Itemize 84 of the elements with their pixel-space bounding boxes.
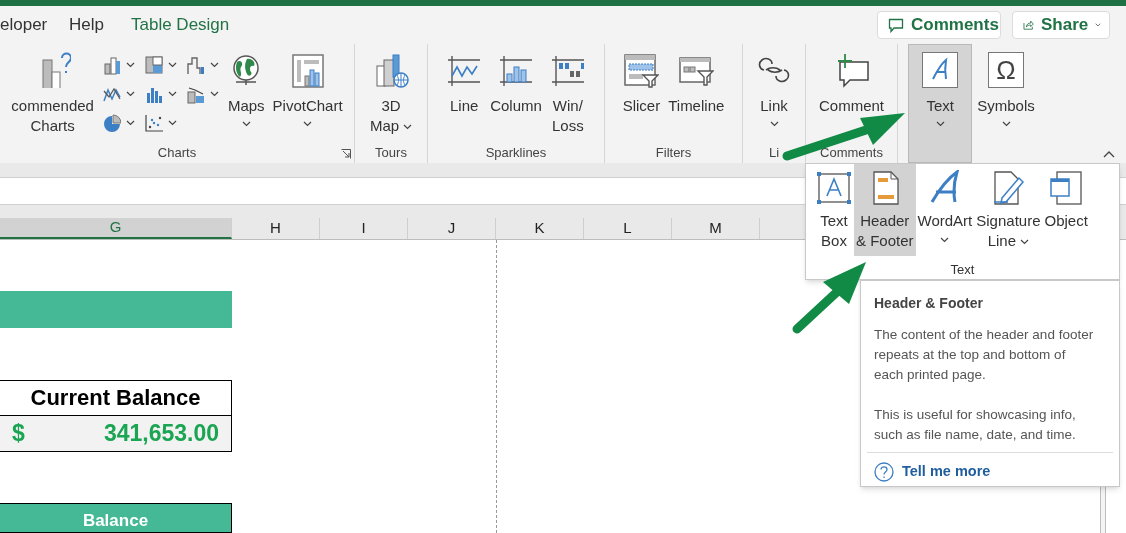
caret-icon <box>1020 239 1030 246</box>
caret-icon <box>935 121 945 127</box>
tooltip-title: Header & Footer <box>874 295 983 311</box>
currency-symbol: $ <box>12 419 25 449</box>
column-header[interactable]: M <box>672 218 760 239</box>
ribbon-button[interactable]: Timeline <box>665 48 728 144</box>
speech-bubble-icon <box>888 17 904 33</box>
ribbon-button[interactable]: Maps <box>224 48 268 144</box>
column-header[interactable]: G <box>0 218 232 239</box>
tooltip-text: This is useful for showcasing info, such as file name, date, and time. <box>874 406 1077 444</box>
balance-amount: 341,653.00 <box>103 419 219 449</box>
text-box-icon <box>816 170 852 206</box>
ribbon-button[interactable]: Comment <box>816 48 887 144</box>
scatter-chart-icon <box>144 113 163 133</box>
column-heading: Current Balance <box>30 384 201 413</box>
pivot-chart-icon <box>289 52 326 88</box>
ribbon-button[interactable]: commended Charts <box>8 48 97 144</box>
caret-icon <box>167 62 177 68</box>
slicer-icon <box>623 52 660 88</box>
share-button[interactable]: Share <box>1012 11 1110 39</box>
tell-me-more-link[interactable]: Tell me more <box>874 461 1106 483</box>
ribbon-tab[interactable]: Table Design <box>131 15 230 35</box>
column-header[interactable]: K <box>496 218 584 239</box>
menu-item[interactable]: Header & Footer <box>854 164 916 256</box>
caret-icon <box>241 121 251 127</box>
caret-icon <box>125 91 135 97</box>
waterfall-chart-icon <box>186 55 205 75</box>
caret-icon <box>209 91 219 97</box>
ribbon-button[interactable]: 3D Map <box>366 48 416 144</box>
menu-item[interactable]: Object <box>1042 164 1090 256</box>
caret-icon <box>125 120 135 126</box>
caret-icon <box>167 120 177 126</box>
ribbon-button[interactable]: Link <box>753 48 795 144</box>
comments-button[interactable]: Comments <box>877 11 1001 39</box>
help-icon <box>874 461 894 482</box>
menu-item[interactable]: Text Box <box>814 164 854 256</box>
ribbon-button[interactable]: Text <box>908 44 973 163</box>
column-header[interactable]: H <box>232 218 320 239</box>
caret-icon <box>209 62 219 68</box>
window-icon <box>1048 170 1085 206</box>
buildings-globe-icon <box>373 52 409 88</box>
caret-icon <box>167 91 177 97</box>
chart-type-button[interactable] <box>144 112 177 134</box>
chart-type-button[interactable] <box>144 54 177 76</box>
tooltip-text: The content of the header and footer repeats at the top and bottom of each printed page. <box>874 326 1095 384</box>
caret-icon <box>1095 22 1101 28</box>
group-label: Text <box>950 262 975 278</box>
ribbon-button[interactable]: Win/ Loss <box>546 48 589 144</box>
group-label: Charts <box>157 145 197 161</box>
omega-icon: Ω <box>988 52 1024 88</box>
column-header[interactable]: L <box>584 218 672 239</box>
ribbon-tab[interactable]: Help <box>69 15 104 35</box>
ribbon-button[interactable]: Ω Symbols <box>974 48 1038 144</box>
group-label: Filters <box>655 145 692 161</box>
group-label: Li <box>768 145 780 161</box>
collapse-ribbon-icon[interactable] <box>1103 151 1115 158</box>
caret-icon <box>125 62 135 68</box>
ribbon-button[interactable]: Line <box>443 48 486 144</box>
column-header[interactable]: I <box>320 218 408 239</box>
ribbon-button[interactable]: PivotChart <box>269 48 346 144</box>
chart-type-button[interactable] <box>186 54 219 76</box>
group-label: Sparklines <box>485 145 547 161</box>
pie-chart-icon <box>102 113 121 133</box>
ribbon-button[interactable]: Column <box>487 48 545 144</box>
column-header[interactable]: J <box>408 218 496 239</box>
menu-item[interactable]: WordArt <box>915 164 975 256</box>
caret-icon <box>1001 121 1011 127</box>
group-label: Tours <box>375 145 407 161</box>
text-icon <box>922 52 959 88</box>
dialog-launcher-icon[interactable] <box>341 149 351 159</box>
column-heading: Balance <box>82 510 149 532</box>
ribbon-tab[interactable]: eloper <box>0 15 48 35</box>
caret-icon <box>303 121 313 127</box>
chart-type-button[interactable] <box>102 112 135 134</box>
menu-item[interactable]: Signature Line <box>974 164 1043 256</box>
hierarchy-chart-icon <box>144 55 163 75</box>
combo-chart-icon <box>186 84 205 104</box>
caret-icon <box>940 237 950 243</box>
ribbon-button[interactable]: Slicer <box>619 48 664 144</box>
column-chart-icon <box>102 55 121 75</box>
chart-type-button[interactable] <box>102 54 135 76</box>
caret-icon <box>403 124 413 131</box>
group-label: Comments <box>820 145 883 161</box>
caret-icon <box>769 121 779 127</box>
